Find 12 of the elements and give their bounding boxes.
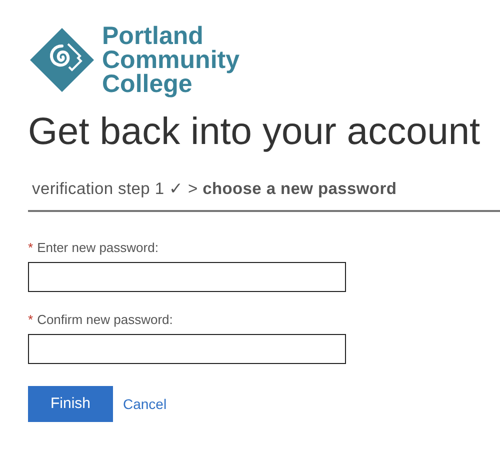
cancel-link[interactable]: Cancel bbox=[123, 394, 167, 414]
required-mark: * bbox=[28, 312, 34, 328]
field-label: Enter new password: bbox=[37, 240, 158, 256]
password-field[interactable] bbox=[28, 334, 346, 364]
finish-button[interactable]: Finish bbox=[28, 386, 113, 422]
page-title: Get back into your account bbox=[28, 110, 482, 155]
required-mark: * bbox=[28, 240, 34, 256]
password-field[interactable] bbox=[28, 262, 346, 292]
logo-text: Portland Community College bbox=[102, 24, 240, 96]
field-label: Confirm new password: bbox=[37, 312, 173, 328]
logo-icon bbox=[28, 26, 96, 94]
breadcrumb: verification step 1 ✓ > choose a new password bbox=[32, 179, 398, 200]
